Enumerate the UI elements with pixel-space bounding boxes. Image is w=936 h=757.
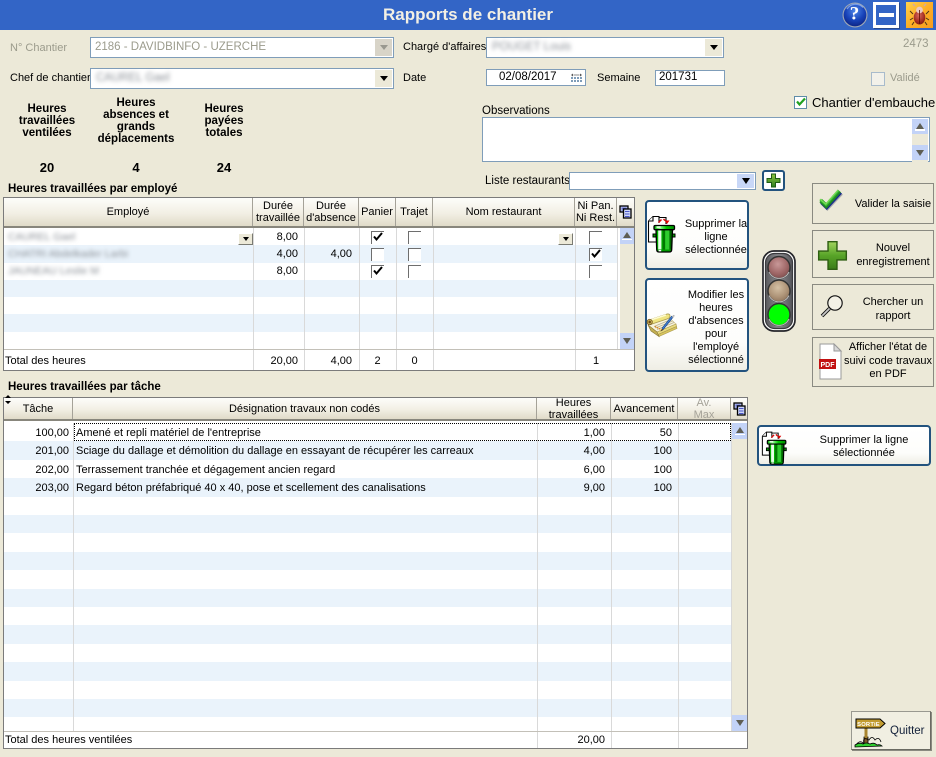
svg-text:SORTiE: SORTiE bbox=[857, 722, 880, 728]
svg-text:PDF: PDF bbox=[821, 362, 836, 369]
svg-text:?: ? bbox=[850, 4, 860, 25]
